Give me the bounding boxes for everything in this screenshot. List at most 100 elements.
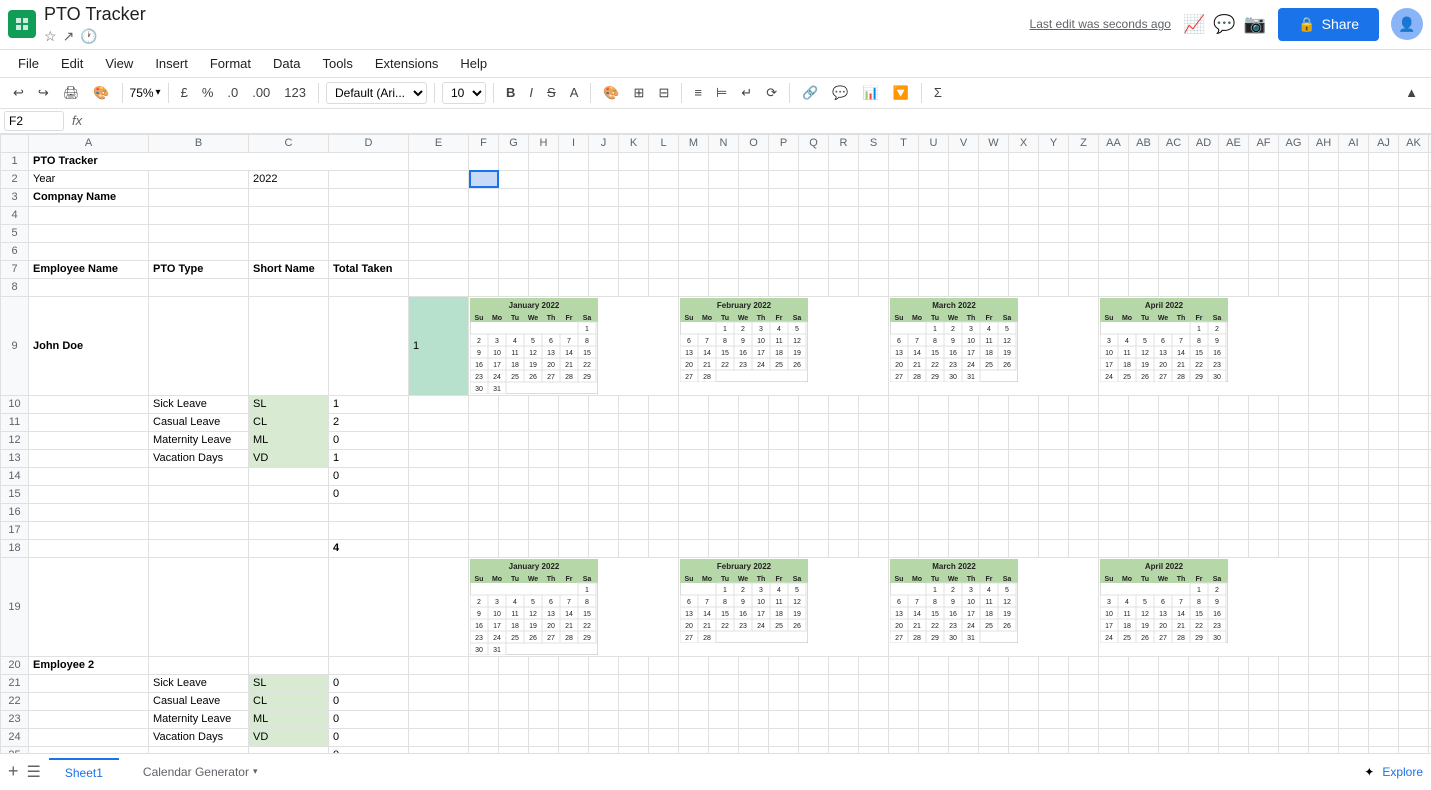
cell[interactable] [859,278,889,296]
cell[interactable] [1159,206,1189,224]
cell[interactable] [149,188,249,206]
cell[interactable] [409,413,469,431]
cell[interactable] [1399,296,1429,395]
cell[interactable] [829,521,859,539]
row-number[interactable]: 7 [1,260,29,278]
cell[interactable] [799,170,829,188]
cell[interactable] [1399,539,1429,557]
cell[interactable] [559,395,589,413]
cell[interactable] [1249,521,1279,539]
cell[interactable]: Casual Leave [149,413,249,431]
cell[interactable]: 2 [329,413,409,431]
cell[interactable] [1339,467,1369,485]
cell[interactable] [859,521,889,539]
row-number[interactable]: 16 [1,503,29,521]
cell[interactable] [949,710,979,728]
col-header-P[interactable]: P [769,134,799,152]
cell[interactable] [679,242,709,260]
cell[interactable] [649,152,679,170]
cell[interactable] [979,224,1009,242]
cell[interactable]: 4 [329,539,409,557]
cell[interactable] [1309,674,1339,692]
cell[interactable] [859,170,889,188]
cell[interactable] [469,539,499,557]
cell[interactable] [769,206,799,224]
cell[interactable] [709,224,739,242]
col-header-S[interactable]: S [859,134,889,152]
cell[interactable] [949,503,979,521]
cell[interactable] [1129,485,1159,503]
cell[interactable] [1039,521,1069,539]
cell[interactable] [1249,260,1279,278]
row-number[interactable]: 9 [1,296,29,395]
cell[interactable]: 0 [329,485,409,503]
cell[interactable] [799,260,829,278]
cell[interactable] [1369,710,1399,728]
cell[interactable] [249,296,329,395]
cell[interactable] [1339,503,1369,521]
cell[interactable] [1189,467,1219,485]
cell[interactable] [949,692,979,710]
cell[interactable] [1339,206,1369,224]
cell[interactable] [1369,242,1399,260]
cell[interactable]: SL [249,674,329,692]
row-number[interactable]: 23 [1,710,29,728]
cell[interactable]: Compnay Name [29,188,149,206]
cell[interactable] [1159,449,1189,467]
cell[interactable] [889,431,919,449]
cell[interactable] [1369,395,1399,413]
cell[interactable] [559,485,589,503]
cell[interactable] [149,503,249,521]
cell[interactable] [559,242,589,260]
cell[interactable] [529,278,559,296]
col-header-AB[interactable]: AB [1129,134,1159,152]
cell[interactable] [329,224,409,242]
cell[interactable] [409,449,469,467]
cell[interactable] [619,278,649,296]
cell[interactable] [1369,152,1399,170]
cell[interactable] [829,431,859,449]
cell[interactable] [709,395,739,413]
cell[interactable] [1399,206,1429,224]
cell[interactable] [469,728,499,746]
history-icon[interactable]: 🕐 [80,28,97,45]
row-number[interactable]: 12 [1,431,29,449]
cell[interactable] [1069,467,1099,485]
row-number[interactable]: 13 [1,449,29,467]
cell[interactable] [1369,188,1399,206]
add-sheet-button[interactable]: + [8,761,19,782]
cell[interactable] [1039,503,1069,521]
cell[interactable]: April 2022SuMoTuWeThFrSa1234567891011121… [1099,557,1309,656]
cell[interactable] [799,674,829,692]
cell[interactable] [709,539,739,557]
cell[interactable] [1399,152,1429,170]
cell[interactable] [469,692,499,710]
borders-button[interactable]: ⊞ [629,82,650,104]
cell[interactable] [709,710,739,728]
cell[interactable] [1039,449,1069,467]
wrap-button[interactable]: ↵ [736,82,757,104]
col-header-Y[interactable]: Y [1039,134,1069,152]
cell[interactable] [1009,431,1039,449]
row-number[interactable]: 14 [1,467,29,485]
cell[interactable] [1399,656,1429,674]
cell[interactable] [1309,539,1339,557]
cell[interactable] [1189,728,1219,746]
format-123-button[interactable]: 123 [279,82,311,103]
cell[interactable] [559,260,589,278]
col-header-R[interactable]: R [829,134,859,152]
cell[interactable] [769,242,799,260]
cell[interactable] [1159,431,1189,449]
cell[interactable] [919,260,949,278]
cell[interactable] [469,503,499,521]
cell[interactable] [589,242,619,260]
cell[interactable] [409,674,469,692]
col-header-J[interactable]: J [589,134,619,152]
cell[interactable] [889,692,919,710]
cell[interactable] [859,728,889,746]
cell[interactable] [1369,485,1399,503]
cell[interactable] [769,188,799,206]
cell[interactable] [409,170,469,188]
cell[interactable] [1129,503,1159,521]
cell[interactable]: CL [249,413,329,431]
